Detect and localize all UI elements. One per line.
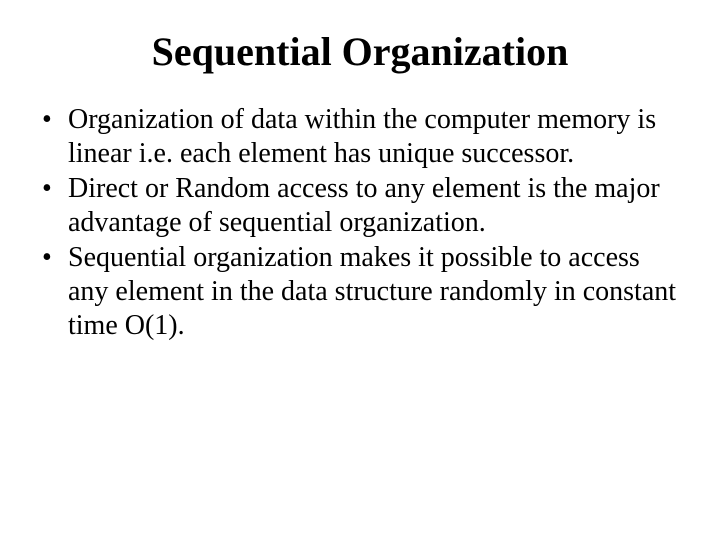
list-item: • Direct or Random access to any element… — [40, 172, 680, 239]
bullet-text: Direct or Random access to any element i… — [68, 172, 680, 239]
list-item: • Organization of data within the comput… — [40, 103, 680, 170]
bullet-text: Organization of data within the computer… — [68, 103, 680, 170]
slide-title: Sequential Organization — [40, 28, 680, 75]
bullet-icon: • — [40, 241, 68, 275]
bullet-list: • Organization of data within the comput… — [40, 103, 680, 342]
list-item: • Sequential organization makes it possi… — [40, 241, 680, 342]
bullet-icon: • — [40, 103, 68, 137]
bullet-icon: • — [40, 172, 68, 206]
bullet-text: Sequential organization makes it possibl… — [68, 241, 680, 342]
